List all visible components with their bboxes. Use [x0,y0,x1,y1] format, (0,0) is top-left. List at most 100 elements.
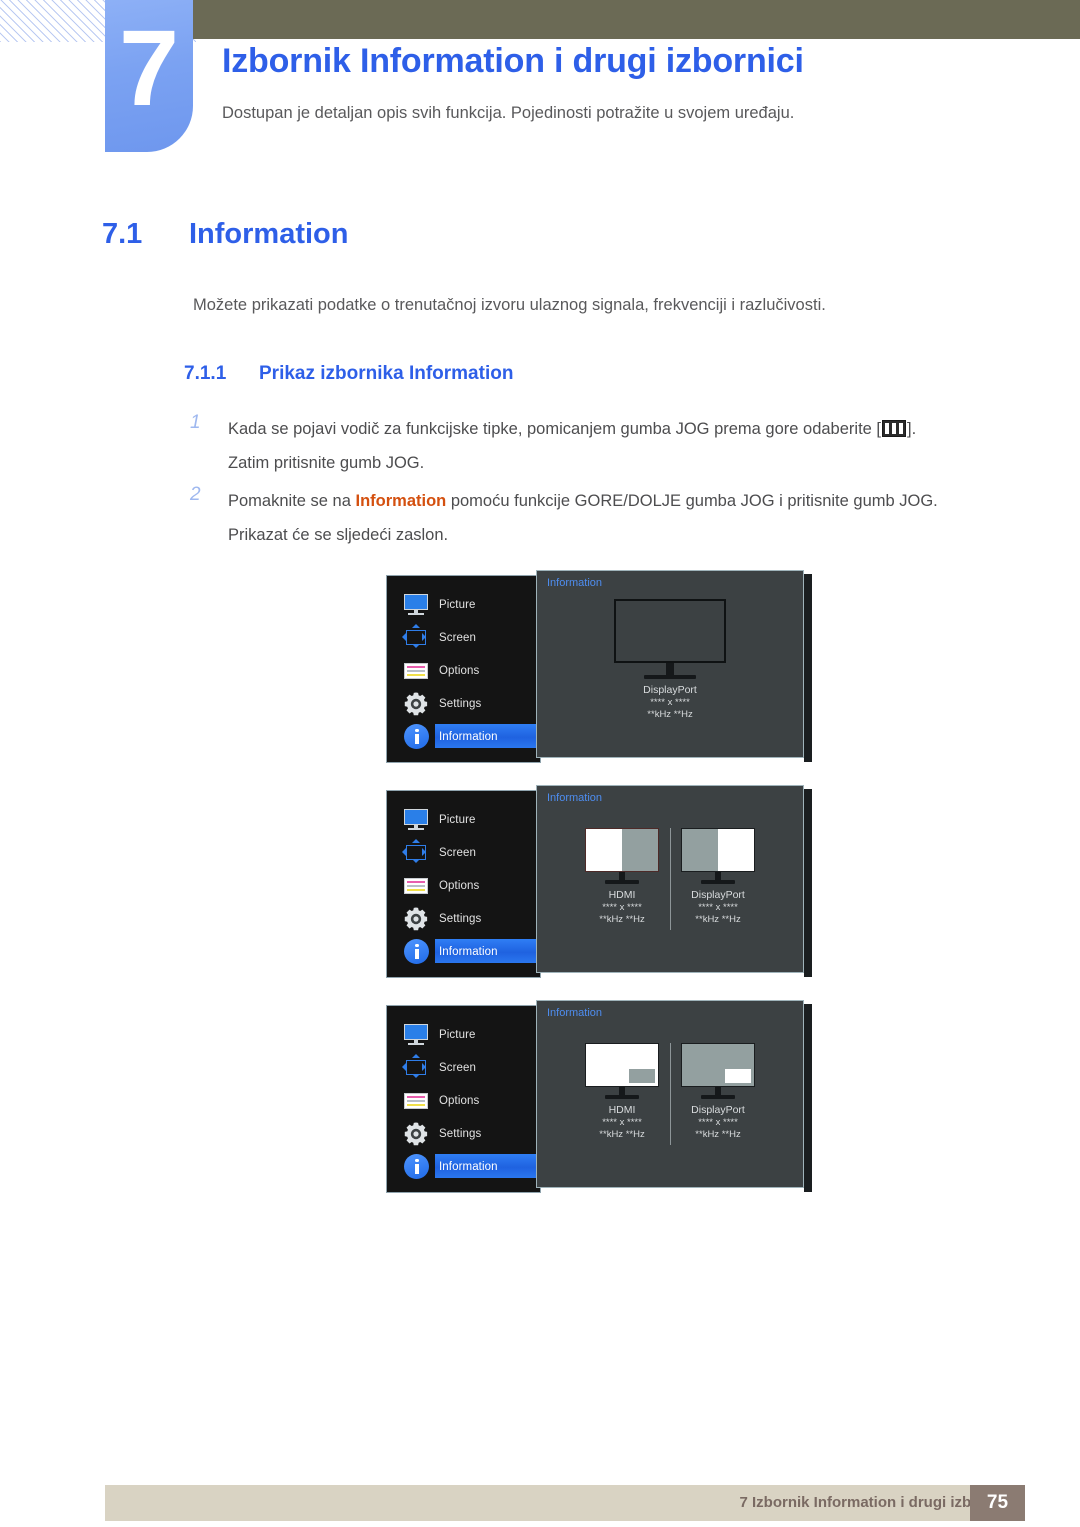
osd-panel-title: Information [547,577,603,589]
osd-menu-item-options[interactable]: Options [387,654,540,687]
monitor-graphic: HDMI **** x **** **kHz **Hz [585,828,659,926]
subsection-title: Prikaz izbornika Information [259,363,514,384]
osd-mockup-3: Picture Screen Options Settings Information I… [386,1000,812,1193]
osd-mockup-2: Picture Screen Options Settings Information I… [386,785,812,978]
monitor-source-label: DisplayPort [691,1104,745,1116]
osd-menu-item-screen[interactable]: Screen [387,836,540,869]
osd-menu-item-label: Information [439,730,498,743]
osd-menu-item-information[interactable]: Information [387,1150,595,1183]
osd-menu-item-label: Screen [439,1061,477,1074]
step-2-line-1: Pomaknite se na Information pomoću funkc… [228,484,1000,518]
monitor-frequency: **kHz **Hz [695,914,741,925]
step-2-text-before: Pomaknite se na [228,492,356,510]
osd-menu-item-label: Screen [439,846,477,859]
monitor-screen [681,828,755,872]
monitor-source-label: HDMI [608,1104,636,1116]
monitor-base [605,880,639,884]
osd-panel-title: Information [547,1007,603,1019]
osd-info-panel: Information HDMI **** x **** **kHz **Hz Disp… [536,1000,804,1188]
osd-menu-item-label: Settings [439,697,482,710]
osd-menu-item-options[interactable]: Options [387,869,540,902]
monitor-base [701,1095,735,1099]
osd-menu-item-picture[interactable]: Picture [387,803,540,836]
step-2-highlight: Information [355,492,447,510]
resize-arrows-icon [402,1053,430,1081]
jog-menu-icon [882,420,906,437]
chapter-title: Izbornik Information i drugi izbornici [222,42,804,80]
monitor-neck [666,663,674,675]
osd-menu-item-information[interactable]: Information [387,935,595,968]
chapter-subtitle: Dostupan je detaljan opis svih funkcija.… [222,104,795,122]
osd-panel-shadow [804,574,812,762]
monitor-frequency: **kHz **Hz [647,709,693,720]
monitor-graphic: DisplayPort **** x **** **kHz **Hz [681,828,755,926]
osd-menu-item-settings[interactable]: Settings [387,1117,540,1150]
osd-menu-item-screen[interactable]: Screen [387,621,540,654]
section-title: Information [189,218,349,250]
osd-menu-item-picture[interactable]: Picture [387,588,540,621]
monitor-graphic: DisplayPort **** x **** **kHz **Hz [614,599,726,721]
osd-menu-item-options[interactable]: Options [387,1084,540,1117]
osd-menu-item-label: Settings [439,1127,482,1140]
osd-menu-sidebar: Picture Screen Options Settings Information [386,1005,595,1193]
osd-menu-item-label: Options [439,879,480,892]
osd-menu-item-settings[interactable]: Settings [387,687,540,720]
osd-monitor-group: DisplayPort **** x **** **kHz **Hz [537,599,803,721]
monitor-frequency: **kHz **Hz [599,914,645,925]
osd-panel-shadow [804,1004,812,1192]
monitor-icon [402,807,430,833]
monitor-resolution: **** x **** [602,1117,642,1128]
step-1-number: 1 [190,412,201,433]
list-bars-icon [402,1088,430,1114]
osd-menu-item-label: Picture [439,598,476,611]
monitor-frequency: **kHz **Hz [695,1129,741,1140]
gear-icon [402,691,430,717]
osd-menu-item-label: Screen [439,631,477,644]
osd-menu-item-screen[interactable]: Screen [387,1051,540,1084]
monitor-resolution: **** x **** [698,902,738,913]
list-bars-icon [402,873,430,899]
osd-menu-item-label: Information [439,1160,498,1173]
monitor-icon [402,1022,430,1048]
section-number: 7.1 [102,218,143,250]
monitor-icon [402,592,430,618]
header-bar [193,0,1080,39]
osd-panel-shadow [804,789,812,977]
step-1-line-2: Zatim pritisnite gumb JOG. [228,454,425,472]
list-bars-icon [402,658,430,684]
info-circle-icon [402,938,430,965]
monitor-screen [585,1043,659,1087]
monitor-neck [715,872,721,880]
osd-monitor-group: HDMI **** x **** **kHz **Hz DisplayPort ****… [537,1043,803,1145]
step-1-text-after: ]. [907,420,917,438]
osd-monitor-divider [670,1043,671,1145]
osd-mockup-1: Picture Screen Options Settings Information I… [386,570,812,763]
osd-panel-title: Information [547,792,603,804]
monitor-source-label: DisplayPort [691,889,745,901]
gear-icon [402,1121,430,1147]
monitor-neck [619,1087,625,1095]
section-intro-text: Možete prikazati podatke o trenutačnoj i… [193,296,826,314]
monitor-resolution: **** x **** [650,697,690,708]
resize-arrows-icon [402,623,430,651]
osd-menu-item-label: Options [439,664,480,677]
step-1-text-before: Kada se pojavi vodič za funkcijske tipke… [228,420,881,438]
monitor-source-label: HDMI [608,889,636,901]
monitor-neck [619,872,625,880]
monitor-base [644,675,696,679]
osd-info-panel: Information DisplayPort **** x **** **kHz *… [536,570,804,758]
osd-menu-item-label: Settings [439,912,482,925]
step-2-number: 2 [190,484,201,505]
osd-menu-item-label: Picture [439,813,476,826]
monitor-base [701,880,735,884]
monitor-resolution: **** x **** [602,902,642,913]
monitor-screen [585,828,659,872]
osd-menu-item-picture[interactable]: Picture [387,1018,540,1051]
osd-menu-item-information[interactable]: Information [387,720,595,753]
monitor-neck [715,1087,721,1095]
monitor-graphic: HDMI **** x **** **kHz **Hz [585,1043,659,1141]
monitor-screen [681,1043,755,1087]
osd-menu-item-settings[interactable]: Settings [387,902,540,935]
step-1-line-1: Kada se pojavi vodič za funkcijske tipke… [228,412,1000,446]
monitor-screen [614,599,726,663]
